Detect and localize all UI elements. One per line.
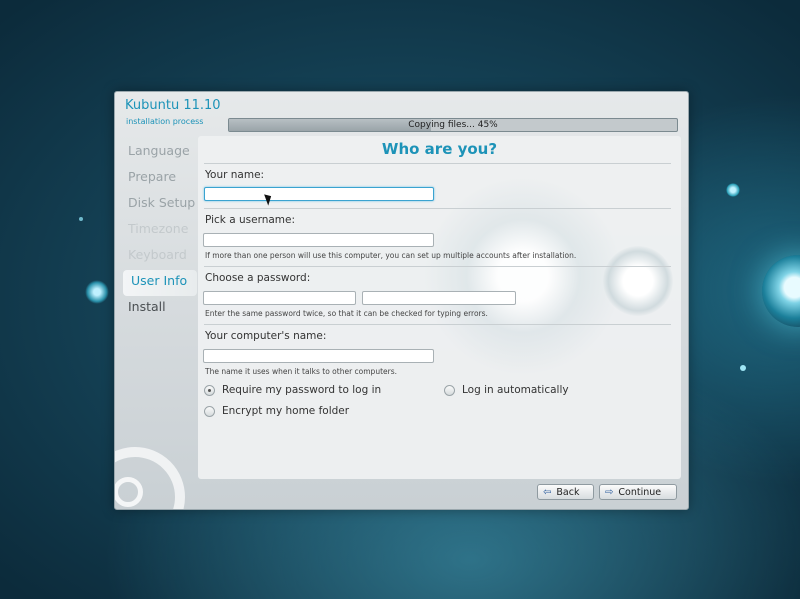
wallpaper-dot xyxy=(79,217,83,221)
password-confirm-input[interactable] xyxy=(362,291,516,305)
install-progress-bar: Copying files... 45% xyxy=(228,118,678,132)
divider xyxy=(204,266,671,267)
wallpaper-orb-small xyxy=(726,183,740,197)
step-keyboard: Keyboard xyxy=(128,247,187,262)
step-install: Install xyxy=(128,299,166,314)
page-title: Who are you? xyxy=(381,140,498,158)
encrypt-home-option[interactable]: Encrypt my home folder xyxy=(204,405,349,417)
divider xyxy=(204,324,671,325)
window-decoration xyxy=(115,477,143,507)
continue-button[interactable]: ⇨ Continue xyxy=(599,484,677,500)
password-label: Choose a password: xyxy=(205,272,311,284)
login-automatically-label: Log in automatically xyxy=(462,384,569,396)
wallpaper-dot xyxy=(740,365,746,371)
arrow-left-icon: ⇦ xyxy=(543,486,552,498)
username-label: Pick a username: xyxy=(205,214,296,226)
radio-checked-icon[interactable] xyxy=(204,384,215,396)
your-name-input[interactable] xyxy=(204,187,434,201)
radio-unchecked-icon[interactable] xyxy=(444,384,455,396)
step-user-info: User Info xyxy=(123,270,197,296)
back-button[interactable]: ⇦ Back xyxy=(537,484,594,500)
username-hint: If more than one person will use this co… xyxy=(205,251,577,260)
installer-subtitle: installation process xyxy=(126,117,204,126)
password-hint: Enter the same password twice, so that i… xyxy=(205,309,488,318)
continue-button-label: Continue xyxy=(618,486,662,498)
progress-text: Copying files... 45% xyxy=(408,120,498,130)
user-info-panel: Who are you? Your name: Pick a username:… xyxy=(198,136,681,479)
divider xyxy=(204,163,671,164)
step-prepare: Prepare xyxy=(128,169,177,184)
step-timezone: Timezone xyxy=(128,221,189,236)
radio-unchecked-icon[interactable] xyxy=(204,405,215,417)
installer-window: Kubuntu 11.10 installation process Copyi… xyxy=(114,91,689,510)
username-input[interactable] xyxy=(203,233,434,247)
computer-name-hint: The name it uses when it talks to other … xyxy=(205,367,398,376)
computer-name-label: Your computer's name: xyxy=(205,330,327,342)
back-button-label: Back xyxy=(556,486,580,498)
divider xyxy=(204,208,671,209)
require-password-label: Require my password to log in xyxy=(222,384,382,396)
panel-decoration xyxy=(423,176,623,376)
computer-name-input[interactable] xyxy=(203,349,434,363)
panel-decoration xyxy=(603,246,673,316)
installer-title: Kubuntu 11.10 xyxy=(125,98,221,113)
wallpaper-orb-small xyxy=(85,280,109,304)
step-language: Language xyxy=(128,143,190,158)
arrow-right-icon: ⇨ xyxy=(605,486,614,498)
steps-sidebar: Language Prepare Disk Setup Timezone Key… xyxy=(123,140,202,322)
password-input[interactable] xyxy=(203,291,356,305)
encrypt-home-label: Encrypt my home folder xyxy=(222,405,350,417)
login-automatically-option[interactable]: Log in automatically xyxy=(444,384,569,396)
step-disk-setup: Disk Setup xyxy=(128,195,196,210)
your-name-label: Your name: xyxy=(205,169,265,181)
wallpaper-orb xyxy=(762,255,800,327)
require-password-option[interactable]: Require my password to log in xyxy=(204,384,381,396)
